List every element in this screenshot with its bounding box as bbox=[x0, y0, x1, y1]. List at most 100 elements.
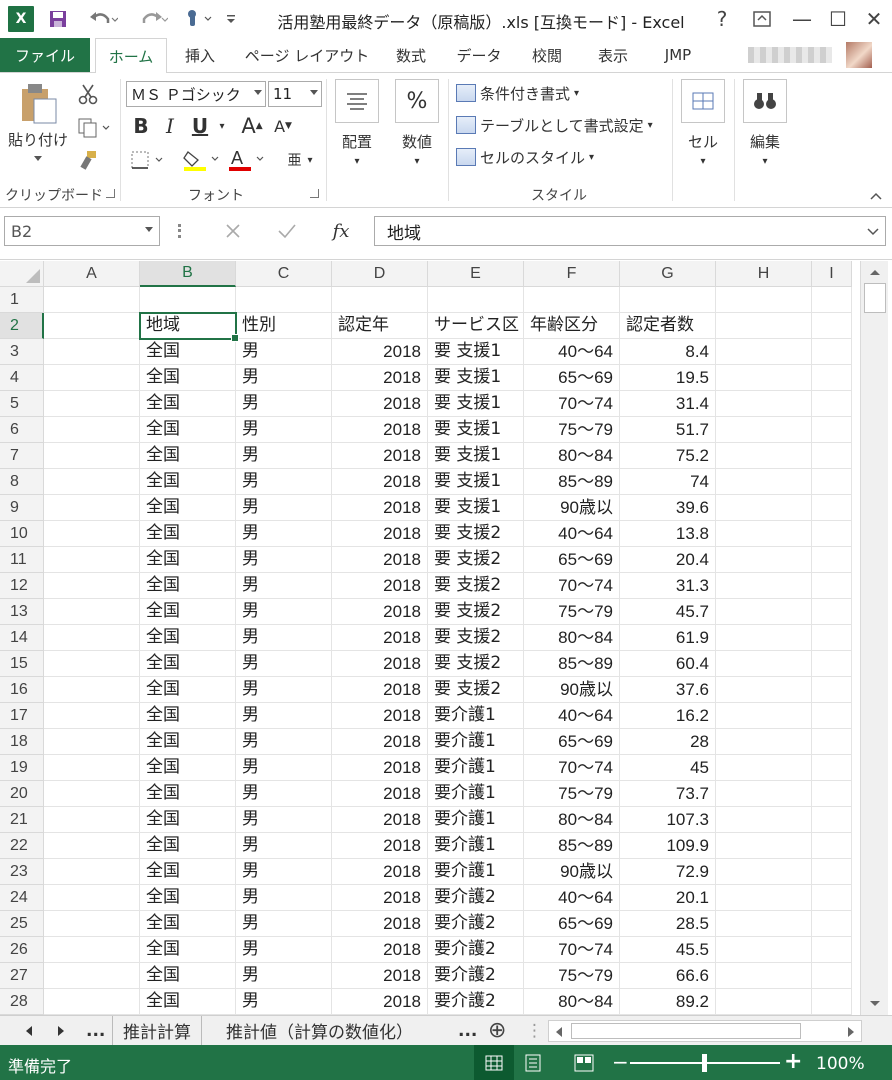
close-button[interactable]: ✕ bbox=[858, 4, 890, 34]
cell-a10[interactable] bbox=[44, 521, 140, 547]
cell-h25[interactable] bbox=[716, 911, 812, 937]
cell-a2[interactable] bbox=[44, 313, 140, 339]
cell-a16[interactable] bbox=[44, 677, 140, 703]
cell-f5[interactable]: 70〜74 bbox=[524, 391, 620, 417]
tab-insert[interactable]: 挿入 bbox=[176, 38, 224, 72]
font-name-combo[interactable]: ＭＳ Ｐゴシック bbox=[126, 81, 266, 107]
tab-jmp[interactable]: JMP bbox=[652, 38, 704, 72]
tab-file[interactable]: ファイル bbox=[0, 38, 90, 72]
cell-g9[interactable]: 39.6 bbox=[620, 495, 716, 521]
tab-formulas[interactable]: 数式 bbox=[386, 38, 436, 72]
sheet-prev-button[interactable] bbox=[24, 1016, 34, 1045]
cell-d23[interactable]: 2018 bbox=[332, 859, 428, 885]
cell-e28[interactable]: 要介護2 bbox=[428, 989, 524, 1015]
minimize-button[interactable]: — bbox=[786, 4, 818, 34]
cell-g17[interactable]: 16.2 bbox=[620, 703, 716, 729]
column-header-h[interactable]: H bbox=[716, 261, 812, 287]
cell-a24[interactable] bbox=[44, 885, 140, 911]
confirm-entry-button[interactable] bbox=[270, 218, 304, 244]
help-button[interactable]: ? bbox=[706, 4, 738, 34]
cell-e26[interactable]: 要介護2 bbox=[428, 937, 524, 963]
row-header[interactable]: 2 bbox=[0, 313, 44, 339]
cell-h27[interactable] bbox=[716, 963, 812, 989]
cell-f27[interactable]: 75〜79 bbox=[524, 963, 620, 989]
select-all-corner[interactable] bbox=[0, 261, 44, 287]
cell-f4[interactable]: 65〜69 bbox=[524, 365, 620, 391]
cell-g7[interactable]: 75.2 bbox=[620, 443, 716, 469]
cell-i25[interactable] bbox=[812, 911, 852, 937]
cell-g13[interactable]: 45.7 bbox=[620, 599, 716, 625]
cell-b18[interactable]: 全国 bbox=[140, 729, 236, 755]
cell-i15[interactable] bbox=[812, 651, 852, 677]
font-color-button[interactable]: A bbox=[226, 147, 268, 173]
cell-c19[interactable]: 男 bbox=[236, 755, 332, 781]
ribbon-display-options-button[interactable] bbox=[746, 4, 778, 34]
cell-e22[interactable]: 要介護1 bbox=[428, 833, 524, 859]
cut-button[interactable] bbox=[74, 81, 102, 107]
cell-b15[interactable]: 全国 bbox=[140, 651, 236, 677]
sheet-next-button[interactable] bbox=[56, 1016, 66, 1045]
column-header-e[interactable]: E bbox=[428, 261, 524, 287]
cell-g11[interactable]: 20.4 bbox=[620, 547, 716, 573]
cell-b25[interactable]: 全国 bbox=[140, 911, 236, 937]
cell-e3[interactable]: 要 支援1 bbox=[428, 339, 524, 365]
cell-a25[interactable] bbox=[44, 911, 140, 937]
cell-g3[interactable]: 8.4 bbox=[620, 339, 716, 365]
cell-b3[interactable]: 全国 bbox=[140, 339, 236, 365]
cell-e5[interactable]: 要 支援1 bbox=[428, 391, 524, 417]
cell-b21[interactable]: 全国 bbox=[140, 807, 236, 833]
editing-button[interactable]: 編集 ▾ bbox=[740, 79, 790, 167]
maximize-button[interactable]: ☐ bbox=[822, 4, 854, 34]
cell-i2[interactable] bbox=[812, 313, 852, 339]
row-header[interactable]: 21 bbox=[0, 807, 44, 833]
cell-g28[interactable]: 89.2 bbox=[620, 989, 716, 1015]
cell-a21[interactable] bbox=[44, 807, 140, 833]
sheet-more-right-button[interactable]: ... bbox=[458, 1016, 477, 1045]
cell-styles-button[interactable]: セルのスタイル ▾ bbox=[456, 145, 594, 169]
cell-c17[interactable]: 男 bbox=[236, 703, 332, 729]
cell-d10[interactable]: 2018 bbox=[332, 521, 428, 547]
cell-a15[interactable] bbox=[44, 651, 140, 677]
cell-d9[interactable]: 2018 bbox=[332, 495, 428, 521]
cell-h4[interactable] bbox=[716, 365, 812, 391]
cell-c9[interactable]: 男 bbox=[236, 495, 332, 521]
cell-e9[interactable]: 要 支援1 bbox=[428, 495, 524, 521]
cell-i12[interactable] bbox=[812, 573, 852, 599]
avatar[interactable] bbox=[846, 42, 872, 68]
font-size-combo[interactable]: 11 bbox=[268, 81, 322, 107]
borders-button[interactable] bbox=[128, 147, 168, 173]
cell-g14[interactable]: 61.9 bbox=[620, 625, 716, 651]
cell-h5[interactable] bbox=[716, 391, 812, 417]
cell-c7[interactable]: 男 bbox=[236, 443, 332, 469]
cell-h6[interactable] bbox=[716, 417, 812, 443]
grow-font-button[interactable]: A ▲ bbox=[238, 113, 266, 139]
cell-f12[interactable]: 70〜74 bbox=[524, 573, 620, 599]
row-header[interactable]: 7 bbox=[0, 443, 44, 469]
cell-h3[interactable] bbox=[716, 339, 812, 365]
cell-g18[interactable]: 28 bbox=[620, 729, 716, 755]
cell-g6[interactable]: 51.7 bbox=[620, 417, 716, 443]
tab-data[interactable]: データ bbox=[448, 38, 510, 72]
cell-d5[interactable]: 2018 bbox=[332, 391, 428, 417]
column-header-c[interactable]: C bbox=[236, 261, 332, 287]
column-header-a[interactable]: A bbox=[44, 261, 140, 287]
cell-i23[interactable] bbox=[812, 859, 852, 885]
cell-d11[interactable]: 2018 bbox=[332, 547, 428, 573]
collapse-ribbon-button[interactable] bbox=[866, 183, 886, 209]
row-header[interactable]: 10 bbox=[0, 521, 44, 547]
cell-i1[interactable] bbox=[812, 287, 852, 313]
cell-g2[interactable]: 認定者数 bbox=[620, 313, 716, 339]
cell-b10[interactable]: 全国 bbox=[140, 521, 236, 547]
number-format-button[interactable]: % 数値 ▾ bbox=[392, 79, 442, 167]
cell-i22[interactable] bbox=[812, 833, 852, 859]
cell-e7[interactable]: 要 支援1 bbox=[428, 443, 524, 469]
cell-a26[interactable] bbox=[44, 937, 140, 963]
cell-g19[interactable]: 45 bbox=[620, 755, 716, 781]
cell-h9[interactable] bbox=[716, 495, 812, 521]
row-header[interactable]: 19 bbox=[0, 755, 44, 781]
cell-d12[interactable]: 2018 bbox=[332, 573, 428, 599]
cell-d1[interactable] bbox=[332, 287, 428, 313]
cell-f26[interactable]: 70〜74 bbox=[524, 937, 620, 963]
cell-f17[interactable]: 40〜64 bbox=[524, 703, 620, 729]
alignment-button[interactable]: 配置 ▾ bbox=[332, 79, 382, 167]
